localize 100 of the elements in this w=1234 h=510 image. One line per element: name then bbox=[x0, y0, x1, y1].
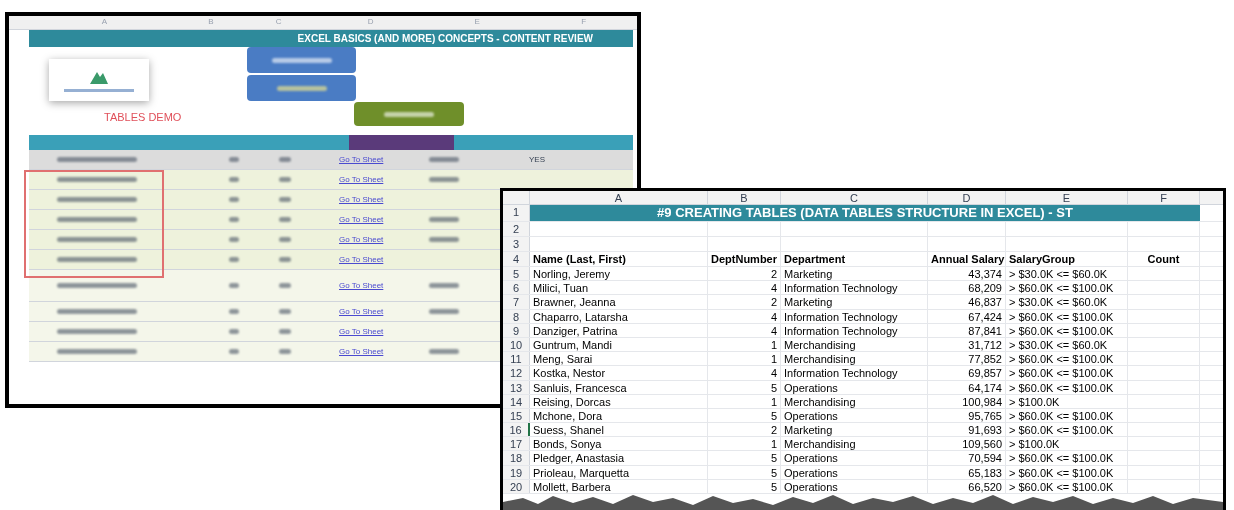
sheet-link[interactable]: Go To Sheet bbox=[339, 279, 429, 292]
table-cell: > $100.0K bbox=[1006, 394, 1128, 408]
blurred-text bbox=[279, 329, 291, 334]
blurred-text bbox=[384, 111, 434, 117]
row-number: 5 bbox=[503, 267, 530, 281]
table-cell: Operations bbox=[781, 479, 928, 493]
blurred-text bbox=[429, 237, 459, 242]
table-cell: 109,560 bbox=[928, 437, 1006, 451]
sheet-link[interactable]: Go To Sheet bbox=[339, 233, 429, 246]
blurred-text bbox=[429, 177, 459, 182]
table-cell: 1 bbox=[708, 437, 781, 451]
table-cell: Milici, Tuan bbox=[530, 281, 708, 295]
sheet-link[interactable]: Go To Sheet bbox=[339, 173, 429, 186]
column-header: B bbox=[708, 191, 781, 204]
table-cell: Bonds, Sonya bbox=[530, 437, 708, 451]
blurred-text bbox=[229, 217, 239, 222]
table-cell: 4 bbox=[708, 366, 781, 380]
sheet-link[interactable]: Go To Sheet bbox=[339, 253, 429, 266]
table-cell: Operations bbox=[781, 451, 928, 465]
blurred-text bbox=[429, 309, 459, 314]
table-cell: > $60.0K <= $100.0K bbox=[1006, 479, 1128, 493]
column-heading: DeptNumber bbox=[708, 252, 781, 266]
table-cell: Merchandising bbox=[781, 352, 928, 366]
table-cell: > $60.0K <= $100.0K bbox=[1006, 309, 1128, 323]
row-number: 12 bbox=[503, 366, 530, 380]
sheet-link[interactable]: Go To Sheet bbox=[339, 193, 429, 206]
table-cell: 77,852 bbox=[928, 352, 1006, 366]
table-cell: 2 bbox=[708, 267, 781, 281]
table-cell: Information Technology bbox=[781, 281, 928, 295]
table-cell: Brawner, Jeanna bbox=[530, 295, 708, 309]
table-cell: 1 bbox=[708, 394, 781, 408]
table-cell: > $60.0K <= $100.0K bbox=[1006, 465, 1128, 479]
table-cell: Marketing bbox=[781, 423, 928, 437]
blurred-text bbox=[279, 309, 291, 314]
table-cell: Operations bbox=[781, 408, 928, 423]
row-number: 18 bbox=[503, 451, 530, 465]
column-header: A bbox=[100, 16, 109, 28]
table-cell: Mchone, Dora bbox=[530, 408, 708, 423]
row-number: 7 bbox=[503, 295, 530, 309]
table-cell: > $30.0K <= $60.0K bbox=[1006, 337, 1128, 352]
blurred-text bbox=[429, 349, 459, 354]
sheet-button[interactable] bbox=[247, 75, 356, 101]
table-cell: 1 bbox=[708, 352, 781, 366]
column-heading: Name (Last, First) bbox=[530, 252, 708, 266]
column-header: D bbox=[928, 191, 1006, 204]
table-cell: Information Technology bbox=[781, 323, 928, 337]
table-cell: 5 bbox=[708, 408, 781, 423]
sheet-button[interactable] bbox=[247, 47, 356, 73]
row-number: 3 bbox=[503, 237, 530, 251]
blurred-text bbox=[229, 257, 239, 262]
sheet-link[interactable]: Go To Sheet bbox=[339, 345, 429, 358]
sheet-link[interactable]: Go To Sheet bbox=[339, 153, 429, 166]
table-cell: Merchandising bbox=[781, 437, 928, 451]
table-cell: > $100.0K bbox=[1006, 437, 1128, 451]
column-header: C bbox=[274, 16, 283, 28]
row-number: 16 bbox=[503, 423, 530, 437]
table-cell: 2 bbox=[708, 423, 781, 437]
table-cell: Information Technology bbox=[781, 309, 928, 323]
table-cell: Merchandising bbox=[781, 337, 928, 352]
blurred-text bbox=[229, 177, 239, 182]
row-number: 17 bbox=[503, 437, 530, 451]
sheet-link[interactable]: Go To Sheet bbox=[339, 325, 429, 338]
sheet-link[interactable]: Go To Sheet bbox=[339, 305, 429, 318]
table-cell: 70,594 bbox=[928, 451, 1006, 465]
blurred-text bbox=[276, 85, 327, 91]
table-cell: Merchandising bbox=[781, 394, 928, 408]
column-header: C bbox=[781, 191, 928, 204]
table-cell: 4 bbox=[708, 323, 781, 337]
sheet-button[interactable] bbox=[354, 102, 464, 126]
table-cell: Guntrum, Mandi bbox=[530, 337, 708, 352]
column-heading: Department bbox=[781, 252, 928, 266]
row-number: 11 bbox=[503, 352, 530, 366]
blurred-text bbox=[279, 157, 291, 162]
table-cell: Mollett, Barbera bbox=[530, 479, 708, 493]
table-cell: 43,374 bbox=[928, 267, 1006, 281]
table-cell: > $30.0K <= $60.0K bbox=[1006, 295, 1128, 309]
table-cell: 5 bbox=[708, 451, 781, 465]
table-cell: Marketing bbox=[781, 295, 928, 309]
sheet-link[interactable]: Go To Sheet bbox=[339, 213, 429, 226]
table-cell: Sanluis, Francesca bbox=[530, 380, 708, 394]
table-cell: 64,174 bbox=[928, 380, 1006, 394]
blurred-text bbox=[279, 283, 291, 288]
table-cell: 5 bbox=[708, 465, 781, 479]
table-cell: Danziger, Patrina bbox=[530, 323, 708, 337]
blurred-text bbox=[229, 309, 239, 314]
blurred-text bbox=[429, 283, 459, 288]
table-cell: > $60.0K <= $100.0K bbox=[1006, 352, 1128, 366]
title-bar: EXCEL BASICS (AND MORE) CONCEPTS - CONTENT REVIEW bbox=[29, 30, 633, 47]
table-cell: Prioleau, Marquetta bbox=[530, 465, 708, 479]
table-cell: Chaparro, Latarsha bbox=[530, 309, 708, 323]
table-cell: > $30.0K <= $60.0K bbox=[1006, 267, 1128, 281]
table-cell: Meng, Sarai bbox=[530, 352, 708, 366]
table-cell: 31,712 bbox=[928, 337, 1006, 352]
column-header: D bbox=[366, 16, 375, 28]
table-cell: 1 bbox=[708, 337, 781, 352]
table-cell: 2 bbox=[708, 295, 781, 309]
blurred-text bbox=[429, 217, 459, 222]
table-cell: 4 bbox=[708, 281, 781, 295]
blurred-text bbox=[429, 157, 459, 162]
table-cell: Pledger, Anastasia bbox=[530, 451, 708, 465]
